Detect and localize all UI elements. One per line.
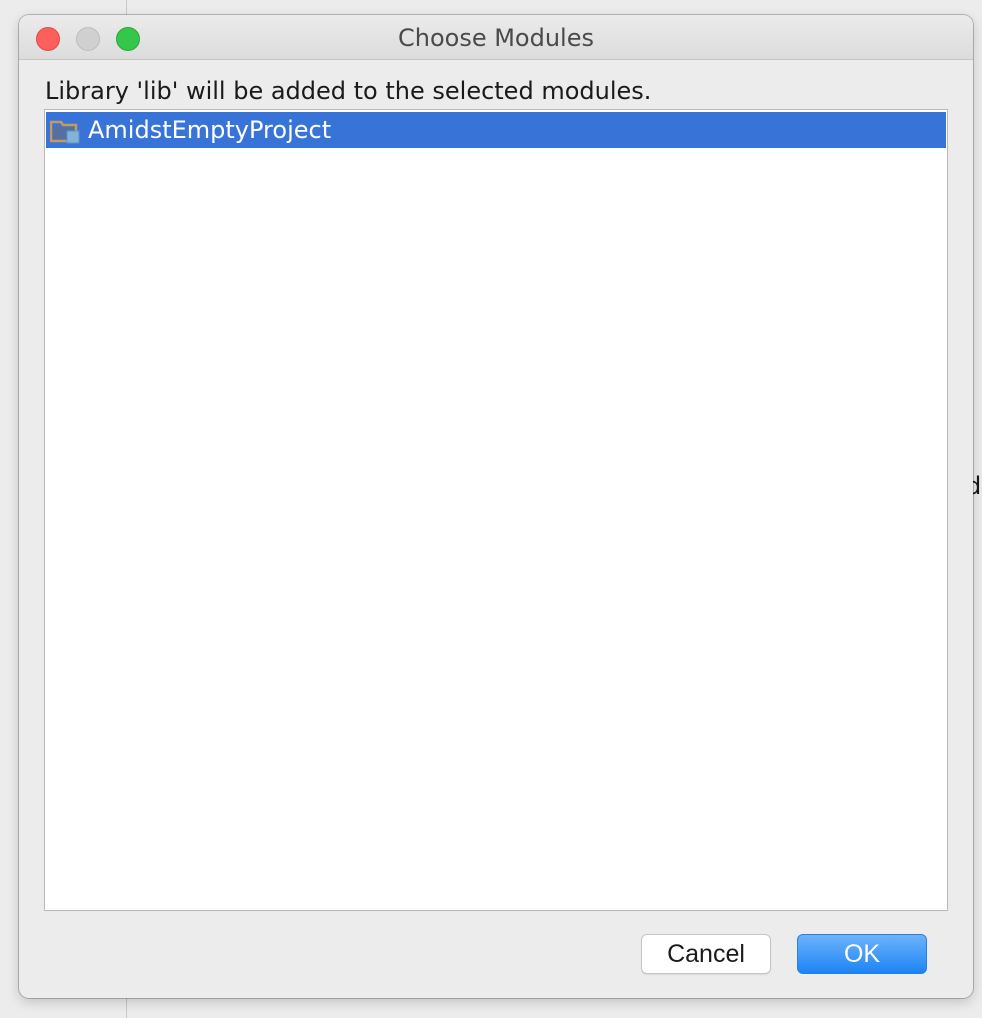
list-item[interactable]: AmidstEmptyProject: [46, 112, 946, 148]
choose-modules-dialog: Choose Modules Library 'lib' will be add…: [19, 15, 973, 998]
module-name: AmidstEmptyProject: [88, 116, 332, 144]
dialog-message: Library 'lib' will be added to the selec…: [45, 77, 652, 105]
modules-list[interactable]: AmidstEmptyProject: [44, 109, 948, 911]
title-bar[interactable]: Choose Modules: [19, 15, 973, 60]
module-folder-icon: [49, 118, 80, 144]
cancel-button[interactable]: Cancel: [641, 934, 771, 974]
ok-button[interactable]: OK: [797, 934, 927, 974]
dialog-title: Choose Modules: [397, 24, 594, 52]
